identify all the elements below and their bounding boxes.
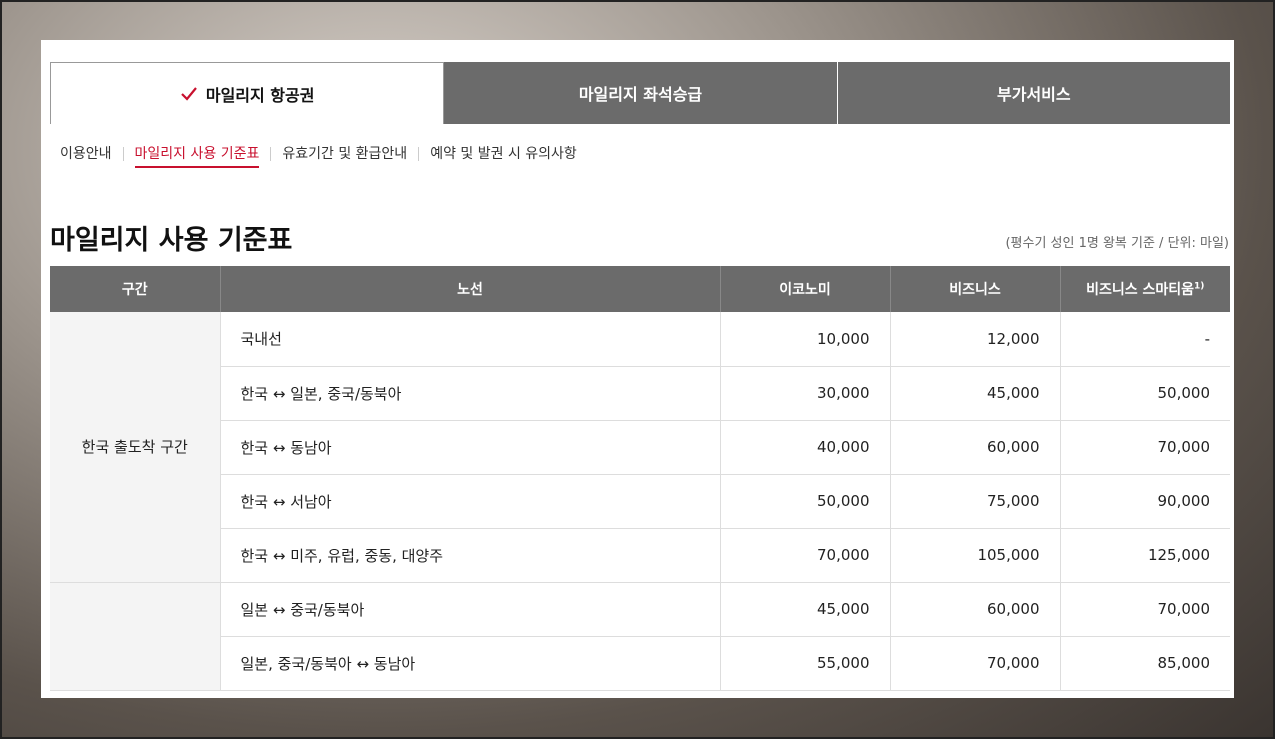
business-cell: 60,000	[889, 582, 1060, 637]
subnav-item-usage-chart[interactable]: 마일리지 사용 기준표	[124, 146, 271, 168]
economy-cell: 70,000	[719, 528, 890, 583]
subnav-item-booking-notes[interactable]: 예약 및 발권 시 유의사항	[419, 146, 588, 162]
region-cell	[50, 582, 220, 691]
header-route: 노선	[219, 266, 720, 312]
header-business: 비즈니스	[889, 266, 1060, 312]
economy-cell: 50,000	[719, 474, 890, 529]
route-cell: 국내선	[219, 312, 720, 367]
smartium-cell: 70,000	[1059, 582, 1230, 637]
smartium-cell: 125,000	[1059, 528, 1230, 583]
smartium-cell: 90,000	[1059, 474, 1230, 529]
economy-cell: 30,000	[719, 366, 890, 421]
sub-navigation: 이용안내 마일리지 사용 기준표 유효기간 및 환급안내 예약 및 발권 시 유…	[60, 146, 588, 168]
economy-cell: 40,000	[719, 420, 890, 475]
business-cell: 105,000	[889, 528, 1060, 583]
subnav-item-validity-refund[interactable]: 유효기간 및 환급안내	[271, 146, 418, 162]
route-cell: 한국 ↔ 동남아	[219, 420, 720, 475]
check-icon	[181, 86, 197, 101]
smartium-cell: 50,000	[1059, 366, 1230, 421]
route-cell: 한국 ↔ 미주, 유럽, 중동, 대양주	[219, 528, 720, 583]
route-cell: 일본 ↔ 중국/동북아	[219, 582, 720, 637]
smartium-cell: 70,000	[1059, 420, 1230, 475]
business-cell: 60,000	[889, 420, 1060, 475]
page-title: 마일리지 사용 기준표	[50, 225, 293, 256]
business-cell: 75,000	[889, 474, 1060, 529]
header-region: 구간	[50, 266, 220, 312]
table-row: 한국 ↔ 미주, 유럽, 중동, 대양주 70,000 105,000 125,…	[50, 528, 1230, 583]
business-cell: 70,000	[889, 636, 1060, 691]
header-smartium: 비즈니스 스마티움1)	[1059, 266, 1230, 312]
table-row: 한국 ↔ 동남아 40,000 60,000 70,000	[50, 420, 1230, 475]
table-row: 한국 출도착 구간 국내선 10,000 12,000 -	[50, 312, 1230, 583]
unit-note: (평수기 성인 1명 왕복 기준 / 단위: 마일)	[1005, 236, 1229, 251]
main-tabs: 마일리지 항공권 마일리지 좌석승급 부가서비스	[50, 62, 1230, 124]
header-smartium-label: 비즈니스 스마티움	[1086, 282, 1195, 298]
economy-cell: 10,000	[719, 312, 890, 367]
header-economy: 이코노미	[719, 266, 890, 312]
tab-label: 마일리지 좌석승급	[578, 85, 703, 104]
subnav-item-usage-guide[interactable]: 이용안내	[60, 146, 123, 162]
table-row: 일본 ↔ 중국/동북아 45,000 60,000 70,000	[50, 582, 1230, 691]
tab-label: 마일리지 항공권	[205, 85, 315, 105]
economy-cell: 45,000	[719, 582, 890, 637]
smartium-cell: 85,000	[1059, 636, 1230, 691]
route-cell: 한국 ↔ 일본, 중국/동북아	[219, 366, 720, 421]
business-cell: 12,000	[889, 312, 1060, 367]
tab-seat-upgrade[interactable]: 마일리지 좌석승급	[444, 62, 838, 124]
tab-extra-services[interactable]: 부가서비스	[837, 62, 1230, 124]
footnote-marker: 1)	[1194, 281, 1205, 292]
economy-cell: 55,000	[719, 636, 890, 691]
tab-label: 부가서비스	[997, 85, 1071, 104]
table-row: 한국 ↔ 서남아 50,000 75,000 90,000	[50, 474, 1230, 529]
route-cell: 일본, 중국/동북아 ↔ 동남아	[219, 636, 720, 691]
table-header-row: 구간 노선 이코노미 비즈니스 비즈니스 스마티움1)	[50, 266, 1230, 312]
table-row: 한국 ↔ 일본, 중국/동북아 30,000 45,000 50,000	[50, 366, 1230, 421]
business-cell: 45,000	[889, 366, 1060, 421]
content-panel: 마일리지 항공권 마일리지 좌석승급 부가서비스 이용안내 마일리지 사용 기준…	[41, 40, 1234, 698]
route-cell: 한국 ↔ 서남아	[219, 474, 720, 529]
table-body: 한국 출도착 구간 국내선 10,000 12,000 - 한국 ↔ 일본, 중…	[50, 312, 1230, 691]
region-cell: 한국 출도착 구간	[50, 312, 220, 583]
tab-mileage-ticket[interactable]: 마일리지 항공권	[50, 62, 445, 124]
mileage-table: 구간 노선 이코노미 비즈니스 비즈니스 스마티움1) 한국 출도착 구간 국내…	[50, 266, 1230, 691]
smartium-cell: -	[1059, 312, 1230, 367]
table-row: 일본, 중국/동북아 ↔ 동남아 55,000 70,000 85,000	[50, 636, 1230, 691]
